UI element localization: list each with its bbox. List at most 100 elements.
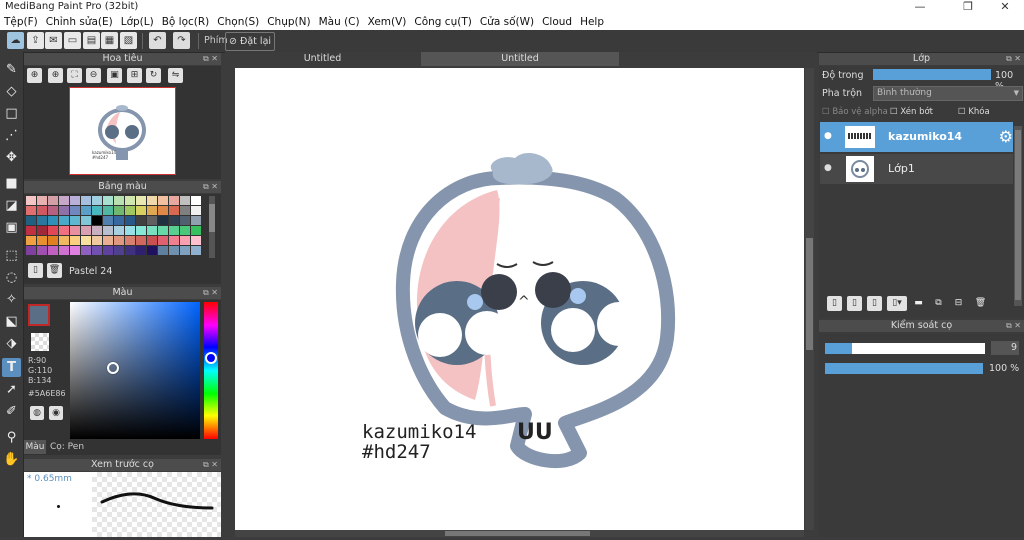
palette-swatch[interactable] bbox=[92, 236, 102, 245]
palette-swatch[interactable] bbox=[70, 206, 80, 215]
close-button[interactable]: ✕ bbox=[985, 0, 1024, 13]
panel-close-icon[interactable]: ⧉ ✕ bbox=[203, 459, 218, 471]
menu-file[interactable]: Tệp(F) bbox=[0, 16, 42, 28]
menu-view[interactable]: Xem(V) bbox=[364, 16, 411, 28]
palette-swatch[interactable] bbox=[48, 246, 58, 255]
palette-swatch[interactable] bbox=[158, 196, 168, 205]
tab-untitled-1[interactable]: Untitled bbox=[225, 52, 420, 66]
drawing-canvas[interactable]: ^ UU kazumiko14 #hd247 bbox=[235, 68, 804, 530]
undo-icon[interactable]: ↶ bbox=[149, 32, 166, 49]
magic-wand-tool-icon[interactable]: ✧ bbox=[2, 290, 21, 309]
palette-swatch[interactable] bbox=[81, 216, 91, 225]
palette-swatch[interactable] bbox=[37, 236, 47, 245]
menu-layer[interactable]: Lớp(L) bbox=[117, 16, 158, 28]
menu-filter[interactable]: Bộ lọc(R) bbox=[158, 16, 214, 28]
palette-swatch[interactable] bbox=[114, 216, 124, 225]
palette-swatch[interactable] bbox=[158, 216, 168, 225]
palette-swatch[interactable] bbox=[81, 206, 91, 215]
palette-swatch[interactable] bbox=[37, 216, 47, 225]
palette-swatch[interactable] bbox=[169, 206, 179, 215]
palette-swatch[interactable] bbox=[70, 196, 80, 205]
palette-swatch[interactable] bbox=[180, 196, 190, 205]
palette-swatch[interactable] bbox=[103, 246, 113, 255]
layer-row-kazumiko14[interactable]: ● kazumiko14 ⚙ bbox=[820, 122, 1013, 152]
palette-swatch[interactable] bbox=[92, 226, 102, 235]
palette-swatch[interactable] bbox=[136, 226, 146, 235]
operation-tool-icon[interactable]: ➚ bbox=[2, 380, 21, 399]
palette-swatch[interactable] bbox=[103, 206, 113, 215]
delete-layer-icon[interactable]: 🗑 bbox=[973, 296, 988, 311]
merge-layer-icon[interactable]: ⊟ bbox=[951, 296, 966, 311]
palette-swatch[interactable] bbox=[191, 206, 201, 215]
palette-swatch[interactable] bbox=[37, 206, 47, 215]
menu-select[interactable]: Chọn(S) bbox=[213, 16, 263, 28]
menu-window[interactable]: Cửa số(W) bbox=[476, 16, 538, 28]
new-layer-icon[interactable]: ▯ bbox=[827, 296, 842, 311]
palette-swatch[interactable] bbox=[81, 226, 91, 235]
palette-swatch[interactable] bbox=[26, 236, 36, 245]
palette-swatch[interactable] bbox=[147, 226, 157, 235]
menu-tools[interactable]: Công cụ(T) bbox=[410, 16, 475, 28]
palette-swatch[interactable] bbox=[59, 196, 69, 205]
lasso-tool-icon[interactable]: ◌ bbox=[2, 268, 21, 287]
share-icon[interactable]: ⇪ bbox=[27, 32, 44, 49]
palette-swatch[interactable] bbox=[125, 206, 135, 215]
panel-close-icon[interactable]: ⧉ ✕ bbox=[1006, 53, 1021, 65]
panel-close-icon[interactable]: ⧉ ✕ bbox=[1006, 320, 1021, 332]
background-color-swatch[interactable] bbox=[31, 333, 49, 351]
palette-swatch[interactable] bbox=[191, 236, 201, 245]
palette-swatch[interactable] bbox=[169, 216, 179, 225]
horizontal-scrollbar[interactable] bbox=[235, 530, 804, 537]
shape-tool-icon[interactable]: □ bbox=[2, 104, 21, 123]
panel-close-icon[interactable]: ⧉ ✕ bbox=[203, 53, 218, 65]
palette-swatch[interactable] bbox=[59, 236, 69, 245]
palette-swatch[interactable] bbox=[59, 246, 69, 255]
layout-icon[interactable]: ▧ bbox=[120, 32, 137, 49]
zoom-in-alt-icon[interactable]: ⊕ bbox=[48, 68, 63, 83]
brush-size-input[interactable]: 9 bbox=[991, 341, 1019, 355]
palette-swatch[interactable] bbox=[114, 196, 124, 205]
reset-button[interactable]: ⊘ Đặt lại bbox=[225, 32, 275, 51]
comment-icon[interactable]: ✉ bbox=[45, 32, 62, 49]
dot-tool-icon[interactable]: ⋰ bbox=[2, 126, 21, 145]
panel-close-icon[interactable]: ⧉ ✕ bbox=[203, 181, 218, 193]
palette-swatch[interactable] bbox=[37, 226, 47, 235]
palette-swatch[interactable] bbox=[191, 196, 201, 205]
palette-swatch[interactable] bbox=[125, 216, 135, 225]
palette-swatch[interactable] bbox=[92, 216, 102, 225]
brush-tool-icon[interactable]: ✎ bbox=[2, 60, 21, 79]
palette-swatch[interactable] bbox=[136, 206, 146, 215]
palette-swatch[interactable] bbox=[191, 246, 201, 255]
rotate-icon[interactable]: ↻ bbox=[146, 68, 161, 83]
document-icon[interactable]: ▤ bbox=[83, 32, 100, 49]
palette-swatch[interactable] bbox=[70, 226, 80, 235]
message-icon[interactable]: ▭ bbox=[64, 32, 81, 49]
palette-swatch[interactable] bbox=[26, 216, 36, 225]
lock-checkbox[interactable]: ☐ Khóa bbox=[958, 107, 990, 117]
palette-swatch[interactable] bbox=[136, 246, 146, 255]
palette-swatch[interactable] bbox=[191, 216, 201, 225]
palette-swatch[interactable] bbox=[70, 246, 80, 255]
navigator-thumbnail[interactable]: kazumiko14 #hd247 bbox=[69, 87, 176, 175]
flip-icon[interactable]: ⇋ bbox=[168, 68, 183, 83]
saturation-value-picker[interactable] bbox=[70, 302, 200, 439]
palette-swatch[interactable] bbox=[180, 236, 190, 245]
protect-alpha-checkbox[interactable]: ☐ Bảo vệ alpha bbox=[822, 107, 888, 117]
palette-swatch[interactable] bbox=[92, 206, 102, 215]
color-palette-icon[interactable]: ◉ bbox=[49, 406, 63, 420]
select-pen-tool-icon[interactable]: ⬕ bbox=[2, 312, 21, 331]
brush-size-slider[interactable] bbox=[825, 343, 985, 354]
menu-snap[interactable]: Chụp(N) bbox=[263, 16, 314, 28]
palette-swatch[interactable] bbox=[37, 246, 47, 255]
minimize-button[interactable]: — bbox=[900, 0, 940, 13]
palette-swatch[interactable] bbox=[169, 196, 179, 205]
palette-swatch[interactable] bbox=[169, 236, 179, 245]
palette-swatch[interactable] bbox=[114, 226, 124, 235]
dropper-tool-icon[interactable]: ✐ bbox=[2, 402, 21, 421]
opacity-slider[interactable] bbox=[873, 69, 991, 80]
palette-swatch[interactable] bbox=[125, 236, 135, 245]
palette-swatch[interactable] bbox=[48, 196, 58, 205]
palette-scrollbar[interactable] bbox=[209, 196, 215, 258]
palette-delete-icon[interactable]: 🗑 bbox=[47, 263, 62, 278]
layers-scrollbar[interactable] bbox=[1014, 126, 1022, 306]
